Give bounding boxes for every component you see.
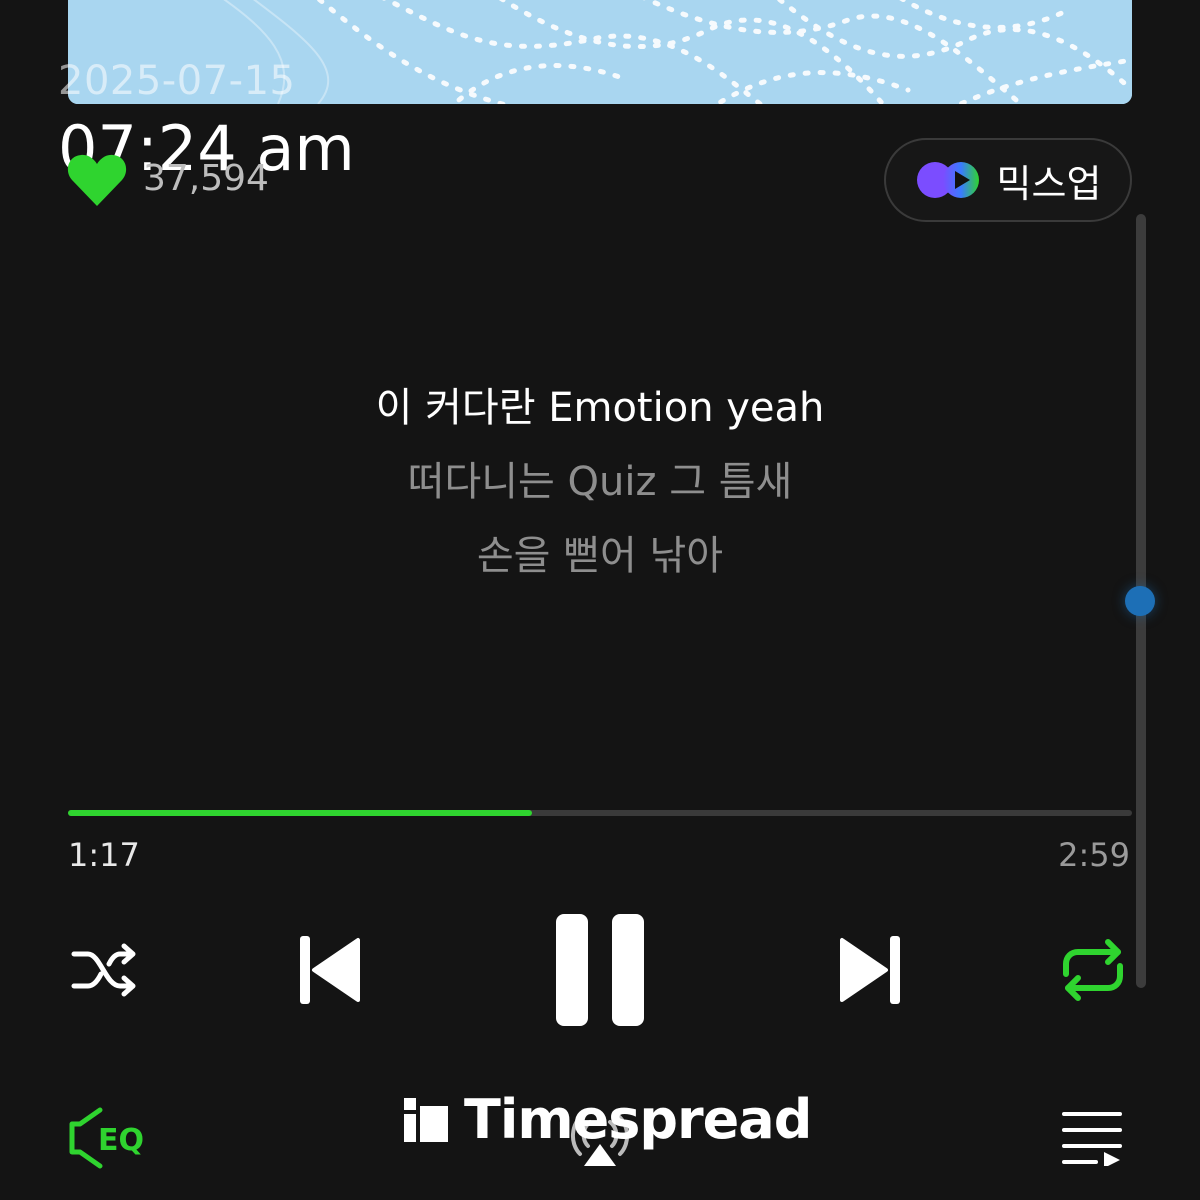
elapsed-time: 1:17: [68, 836, 140, 874]
lyric-line-next: 떠다니는 Quiz 그 틈새: [407, 459, 793, 505]
skip-previous-icon[interactable]: [298, 934, 362, 1006]
watermark: Timespread: [402, 1088, 812, 1151]
shuffle-icon[interactable]: [70, 940, 142, 1000]
timespread-logo-icon: [404, 1097, 448, 1142]
watermark-text: Timespread: [464, 1088, 812, 1151]
eq-label: EQ: [98, 1123, 144, 1158]
progress-bar[interactable]: [68, 810, 1132, 816]
playlist-icon[interactable]: [1060, 1108, 1124, 1166]
pause-icon[interactable]: [552, 910, 648, 1030]
mixup-icon: [916, 162, 979, 198]
mixup-label: 믹스업: [996, 161, 1102, 206]
mixup-button[interactable]: 믹스업: [884, 138, 1132, 222]
skip-next-icon[interactable]: [838, 934, 902, 1006]
scrollbar-thumb[interactable]: [1125, 586, 1155, 616]
eq-button[interactable]: EQ: [66, 1104, 156, 1172]
progress-fill: [68, 810, 532, 816]
repeat-icon[interactable]: [1058, 938, 1128, 1002]
lyric-line-next-2: 손을 뻗어 낚아: [476, 533, 724, 579]
total-time: 2:59: [1058, 836, 1130, 874]
like-count: 37,594: [143, 158, 269, 199]
speaker-eq-icon: EQ: [69, 1107, 144, 1169]
lyric-line-current: 이 커다란 Emotion yeah: [375, 385, 825, 431]
lyrics-panel[interactable]: 이 커다란 Emotion yeah 떠다니는 Quiz 그 틈새 손을 뻗어 …: [0, 380, 1200, 602]
timestamp-date: 2025-07-15: [58, 58, 296, 104]
heart-icon[interactable]: [66, 152, 128, 208]
